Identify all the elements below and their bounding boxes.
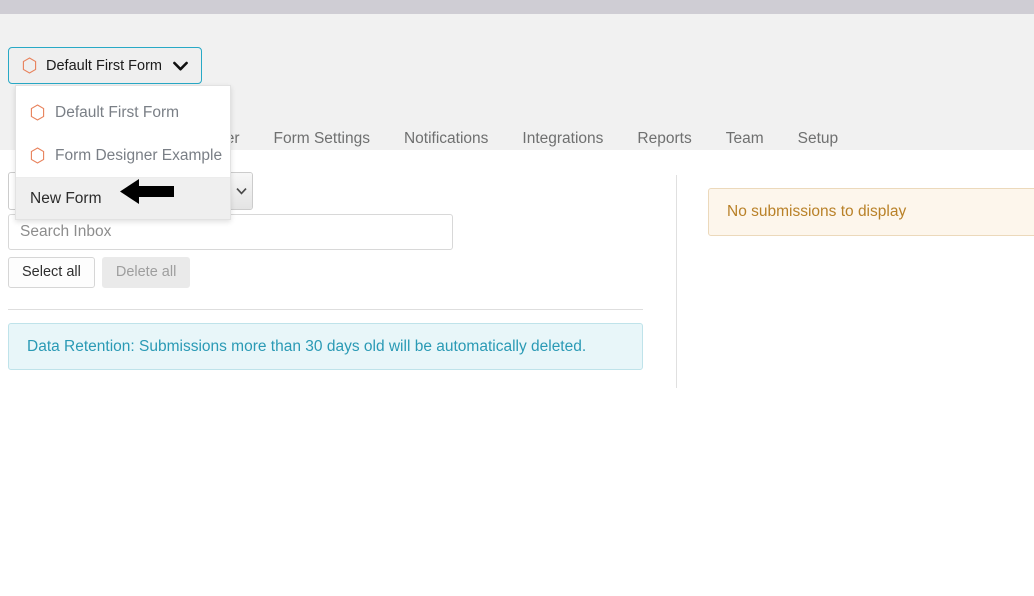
chevron-down-icon xyxy=(173,61,188,70)
nav-item-form-settings[interactable]: Form Settings xyxy=(257,129,387,149)
form-switcher-label: Default First Form xyxy=(46,57,163,74)
form-switcher: Default First Form Default First Form Fo… xyxy=(8,47,231,220)
inbox-action-buttons: Select all Delete all xyxy=(8,257,653,288)
nav-item-reports[interactable]: Reports xyxy=(620,129,708,149)
form-switcher-panel: Default First Form Form Designer Example… xyxy=(15,85,231,220)
section-divider xyxy=(8,309,643,310)
no-submissions-text: No submissions to display xyxy=(727,203,907,220)
form-switcher-option-label: Form Designer Example xyxy=(55,146,223,164)
form-switcher-option-form-designer-example[interactable]: Form Designer Example xyxy=(16,134,230,177)
hexagon-icon xyxy=(30,104,45,121)
form-switcher-button[interactable]: Default First Form xyxy=(8,47,202,84)
new-form-label: New Form xyxy=(30,189,102,207)
nav-item-integrations[interactable]: Integrations xyxy=(505,129,620,149)
select-all-button[interactable]: Select all xyxy=(8,257,95,288)
nav-item-notifications[interactable]: Notifications xyxy=(387,129,505,149)
data-retention-text: Data Retention: Submissions more than 30… xyxy=(27,337,587,355)
form-switcher-option-default-first-form[interactable]: Default First Form xyxy=(16,91,230,134)
data-retention-notice: Data Retention: Submissions more than 30… xyxy=(8,323,643,370)
form-switcher-option-label: Default First Form xyxy=(55,103,180,121)
chevron-down-icon[interactable] xyxy=(229,173,252,209)
submissions-column: No submissions to display xyxy=(708,150,1034,236)
hexagon-icon xyxy=(22,57,37,74)
nav-item-team[interactable]: Team xyxy=(709,129,781,149)
new-form-button[interactable]: New Form xyxy=(16,177,230,219)
nav-item-setup[interactable]: Setup xyxy=(781,129,856,149)
hexagon-icon xyxy=(30,147,45,164)
page-root: Form Designer Form Settings Notification… xyxy=(0,0,1034,596)
delete-all-button[interactable]: Delete all xyxy=(101,257,191,288)
no-submissions-banner: No submissions to display xyxy=(708,188,1034,236)
column-divider xyxy=(676,175,677,388)
browser-chrome-bar xyxy=(0,0,1034,14)
